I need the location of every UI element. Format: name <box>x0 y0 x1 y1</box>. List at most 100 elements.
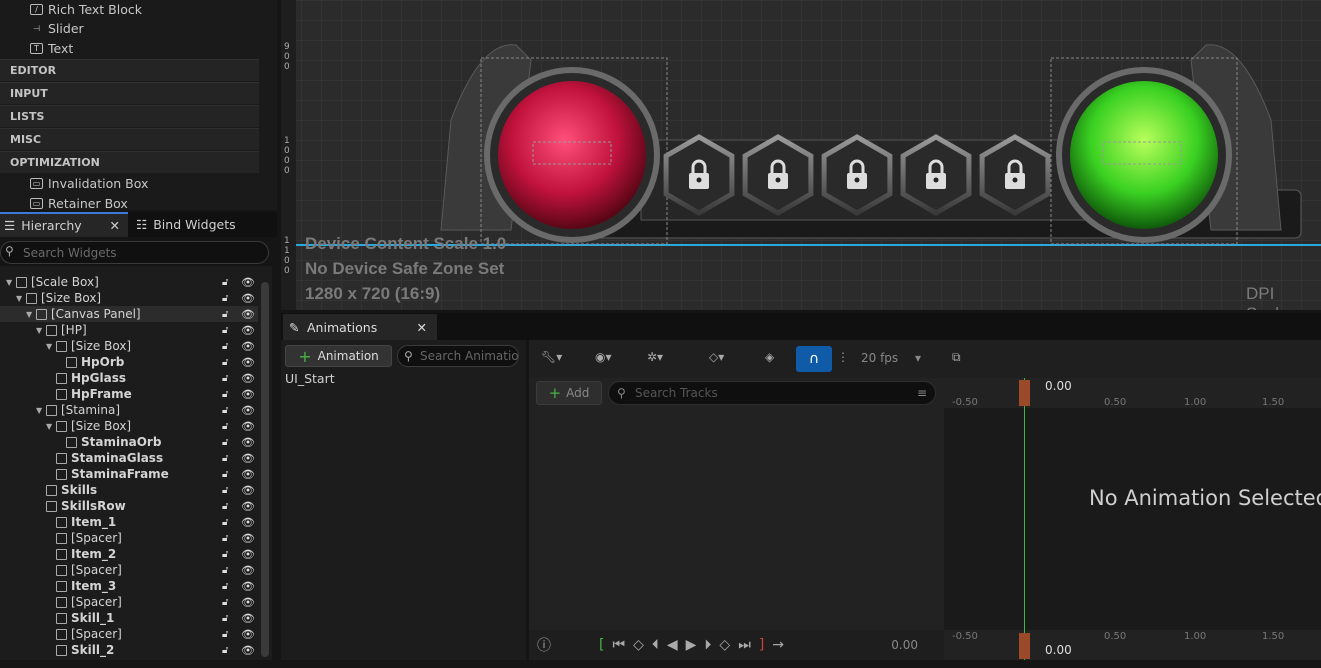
lock-icon[interactable]: 🔓︎ <box>222 325 228 336</box>
expand-arrow-icon[interactable]: ▼ <box>6 278 16 287</box>
jump-start-icon[interactable]: ⏮︎ <box>612 637 625 653</box>
visibility-icon[interactable]: 👁︎ <box>241 420 255 433</box>
info-icon[interactable]: ⓘ <box>537 635 551 655</box>
lock-icon[interactable]: 🔓︎ <box>222 341 228 352</box>
category-optimization[interactable]: OPTIMIZATION <box>0 151 259 173</box>
tree-row[interactable]: HpGlass 🔓︎ 👁︎ <box>0 370 258 386</box>
jump-end-icon[interactable]: ⏭︎ <box>738 637 751 653</box>
lock-icon[interactable]: 🔓︎ <box>222 293 228 304</box>
lock-icon[interactable]: 🔓︎ <box>222 421 228 432</box>
visibility-icon[interactable]: 👁︎ <box>241 324 255 337</box>
tree-row[interactable]: Skills 🔓︎ 👁︎ <box>0 482 258 498</box>
fps-dropdown[interactable]: 20 fps <box>861 351 898 365</box>
curve-editor-icon[interactable]: ⧉ <box>952 350 961 365</box>
tab-bind-widgets[interactable]: ☷ Bind Widgets <box>136 212 266 237</box>
visibility-icon[interactable]: 👁︎ <box>241 372 255 385</box>
designer-viewport[interactable]: Device Content Scale 1.0 No Device Safe … <box>281 0 1321 310</box>
close-icon[interactable]: ✕ <box>110 218 120 233</box>
lock-icon[interactable]: 🔓︎ <box>222 597 228 608</box>
expand-arrow-icon[interactable]: ▼ <box>46 342 56 351</box>
visibility-icon[interactable]: 👁︎ <box>241 356 255 369</box>
lock-icon[interactable]: 🔓︎ <box>222 373 228 384</box>
visibility-icon[interactable]: 👁︎ <box>241 292 255 305</box>
playhead-handle-bottom[interactable] <box>1019 633 1030 659</box>
palette-item-text[interactable]: T Text <box>30 39 73 57</box>
tab-animations[interactable]: ✎ Animations ✕ <box>283 314 437 340</box>
animation-item-ui-start[interactable]: UI_Start <box>285 371 335 386</box>
palette-item-invalidation-box[interactable]: ▭ Invalidation Box <box>30 174 148 192</box>
tree-row[interactable]: Skill_2 🔓︎ 👁︎ <box>0 642 258 658</box>
expand-arrow-icon[interactable]: ▼ <box>26 310 36 319</box>
palette-item-rich-text[interactable]: / Rich Text Block <box>30 0 142 18</box>
step-back-icon[interactable]: ⏴︎ <box>652 637 659 653</box>
hierarchy-scrollbar[interactable] <box>261 282 269 657</box>
visibility-icon[interactable]: 👁︎ <box>241 596 255 609</box>
category-lists[interactable]: LISTS <box>0 105 259 127</box>
tree-row[interactable]: ▼ [Scale Box] 🔓︎ 👁︎ <box>0 274 258 290</box>
lock-icon[interactable]: 🔓︎ <box>222 613 228 624</box>
lock-icon[interactable]: 🔓︎ <box>222 309 228 320</box>
prev-key-icon[interactable]: ◇ <box>633 637 644 653</box>
search-tracks-input[interactable]: ⚲ Search Tracks ≡ <box>608 381 936 405</box>
snap-options-icon[interactable]: ✲▾ <box>647 350 663 364</box>
lock-icon[interactable]: 🔓︎ <box>222 581 228 592</box>
playhead-handle[interactable] <box>1019 380 1030 406</box>
visibility-icon[interactable]: 👁︎ <box>241 452 255 465</box>
tree-row[interactable]: HpFrame 🔓︎ 👁︎ <box>0 386 258 402</box>
search-animations-input[interactable]: ⚲ Search Animations <box>397 345 519 367</box>
tree-row[interactable]: [Spacer] 🔓︎ 👁︎ <box>0 530 258 546</box>
tree-row[interactable]: StaminaGlass 🔓︎ 👁︎ <box>0 450 258 466</box>
tree-row[interactable]: Item_3 🔓︎ 👁︎ <box>0 578 258 594</box>
lock-icon[interactable]: 🔓︎ <box>222 549 228 560</box>
visibility-icon[interactable]: 👁︎ <box>241 564 255 577</box>
visibility-icon[interactable]: 👁︎ <box>241 500 255 513</box>
lock-icon[interactable]: 🔓︎ <box>222 469 228 480</box>
visibility-icon[interactable]: 👁︎ <box>241 388 255 401</box>
next-key-icon[interactable]: ◇ <box>719 637 730 653</box>
tree-row[interactable]: ▼ [Stamina] 🔓︎ 👁︎ <box>0 402 258 418</box>
search-widgets-input[interactable]: ⚲ Search Widgets <box>0 241 269 264</box>
tree-row[interactable]: [Spacer] 🔓︎ 👁︎ <box>0 594 258 610</box>
lock-icon[interactable]: 🔓︎ <box>222 501 228 512</box>
visibility-icon[interactable]: 👁︎ <box>241 612 255 625</box>
lock-icon[interactable]: 🔓︎ <box>222 405 228 416</box>
tree-row[interactable]: Item_1 🔓︎ 👁︎ <box>0 514 258 530</box>
tree-row[interactable]: Item_2 🔓︎ 👁︎ <box>0 546 258 562</box>
tree-row[interactable]: ▼ [HP] 🔓︎ 👁︎ <box>0 322 258 338</box>
tree-row[interactable]: ▼ [Canvas Panel] 🔓︎ 👁︎ <box>0 306 258 322</box>
lock-icon[interactable]: 🔓︎ <box>222 453 228 464</box>
tree-row[interactable]: HpOrb 🔓︎ 👁︎ <box>0 354 258 370</box>
expand-arrow-icon[interactable]: ▼ <box>16 294 26 303</box>
magnet-snap-button[interactable]: ∩ <box>796 346 832 372</box>
category-editor[interactable]: EDITOR <box>0 59 259 81</box>
timeline-panel[interactable]: 0.00 0.00 No Animation Selected -0.50 -0.… <box>944 378 1321 660</box>
play-icon[interactable]: ▶ <box>686 637 697 653</box>
tree-row[interactable]: [Spacer] 🔓︎ 👁︎ <box>0 562 258 578</box>
loop-icon[interactable]: → <box>772 637 784 653</box>
tree-row[interactable]: ▼ [Size Box] 🔓︎ 👁︎ <box>0 338 258 354</box>
category-input[interactable]: INPUT <box>0 82 259 104</box>
visibility-icon[interactable]: 👁︎ <box>241 532 255 545</box>
step-forward-icon[interactable]: ⏵︎ <box>704 637 711 653</box>
expand-arrow-icon[interactable]: ▼ <box>46 422 56 431</box>
more-icon[interactable]: ⋮ <box>837 350 849 364</box>
visibility-icon[interactable]: 👁︎ <box>241 580 255 593</box>
visibility-icon[interactable]: 👁︎ <box>241 276 255 289</box>
tree-row[interactable]: SkillsRow 🔓︎ 👁︎ <box>0 498 258 514</box>
lock-icon[interactable]: 🔓︎ <box>222 629 228 640</box>
tree-row[interactable]: ▼ [Size Box] 🔓︎ 👁︎ <box>0 418 258 434</box>
wrench-icon[interactable]: 🔧︎▾ <box>541 350 562 364</box>
lock-icon[interactable]: 🔓︎ <box>222 517 228 528</box>
visibility-icon[interactable]: 👁︎ <box>241 436 255 449</box>
eye-icon[interactable]: ◉▾ <box>595 350 612 364</box>
close-icon[interactable]: ✕ <box>417 320 427 335</box>
tab-hierarchy[interactable]: ☰ Hierarchy ✕ <box>0 212 128 237</box>
add-track-button[interactable]: + Add <box>536 381 602 405</box>
visibility-icon[interactable]: 👁︎ <box>241 644 255 657</box>
auto-key-icon[interactable]: ◈ <box>765 350 774 364</box>
tree-row[interactable]: StaminaOrb 🔓︎ 👁︎ <box>0 434 258 450</box>
range-start-icon[interactable]: [ <box>599 637 604 653</box>
visibility-icon[interactable]: 👁︎ <box>241 548 255 561</box>
tree-row[interactable]: Skill_1 🔓︎ 👁︎ <box>0 610 258 626</box>
lock-icon[interactable]: 🔓︎ <box>222 565 228 576</box>
